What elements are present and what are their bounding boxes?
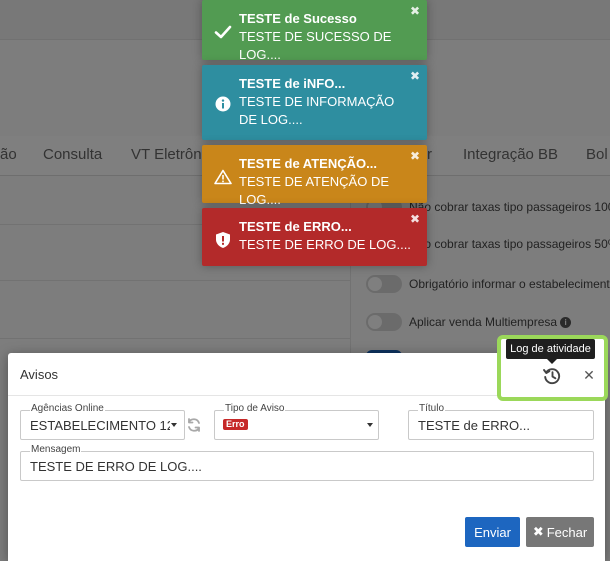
shield-alert-icon (213, 230, 233, 250)
field-label: Tipo de Aviso (224, 403, 286, 415)
modal-title: Avisos (20, 367, 59, 382)
field-label: Agências Online (30, 403, 105, 415)
field-value: ESTABELECIMENTO 124... (30, 418, 170, 433)
toast-message: TESTE DE ATENÇÃO DE LOG.... (239, 174, 390, 207)
mensagem-field[interactable]: Mensagem TESTE DE ERRO DE LOG.... (20, 444, 594, 481)
chevron-down-icon (171, 423, 177, 427)
toast-warning[interactable]: TESTE de ATENÇÃO... TESTE DE ATENÇÃO DE … (202, 145, 427, 207)
field-label: Mensagem (30, 444, 82, 456)
agencias-online-select[interactable]: Agências Online ESTABELECIMENTO 124... (20, 403, 185, 440)
toast-info[interactable]: TESTE de iNFO... TESTE DE INFORMAÇÃO DE … (202, 65, 427, 140)
field-label: Título (418, 403, 446, 415)
toast-title: TESTE de ATENÇÃO... (239, 156, 377, 171)
check-icon (213, 22, 233, 42)
history-icon[interactable] (542, 366, 562, 386)
chevron-down-icon (367, 423, 373, 427)
titulo-field[interactable]: Título TESTE de ERRO... (408, 403, 594, 440)
toast-message: TESTE DE INFORMAÇÃO DE LOG.... (239, 94, 395, 127)
field-value: TESTE de ERRO... (418, 418, 530, 433)
close-icon[interactable]: ✕ (582, 367, 596, 383)
button-label: Fechar (546, 524, 588, 540)
tipo-aviso-select[interactable]: Tipo de Aviso Erro (214, 403, 379, 440)
fechar-button[interactable]: ✖ Fechar (526, 517, 594, 547)
status-badge: Erro (223, 419, 248, 430)
close-icon[interactable]: ✖ (410, 150, 420, 162)
toast-error[interactable]: TESTE de ERRO... TESTE DE ERRO DE LOG...… (202, 208, 427, 266)
info-icon (213, 94, 233, 114)
toast-message: TESTE DE ERRO DE LOG.... (239, 237, 411, 252)
toast-title: TESTE de ERRO... (239, 219, 352, 234)
close-icon[interactable]: ✖ (410, 213, 420, 225)
close-icon: ✖ (532, 524, 544, 539)
enviar-button[interactable]: Enviar (465, 517, 520, 547)
toast-title: TESTE de Sucesso (239, 11, 357, 26)
toast-success[interactable]: TESTE de Sucesso TESTE DE SUCESSO DE LOG… (202, 0, 427, 62)
tooltip-arrow (547, 359, 557, 364)
close-icon[interactable]: ✖ (410, 70, 420, 82)
close-icon[interactable]: ✖ (410, 5, 420, 17)
toast-message: TESTE DE SUCESSO DE LOG.... (239, 29, 392, 62)
tooltip: Log de atividade (506, 339, 595, 359)
refresh-icon[interactable] (186, 417, 202, 433)
field-value: TESTE DE ERRO DE LOG.... (30, 459, 202, 474)
toast-title: TESTE de iNFO... (239, 76, 346, 91)
warning-icon (213, 167, 233, 187)
